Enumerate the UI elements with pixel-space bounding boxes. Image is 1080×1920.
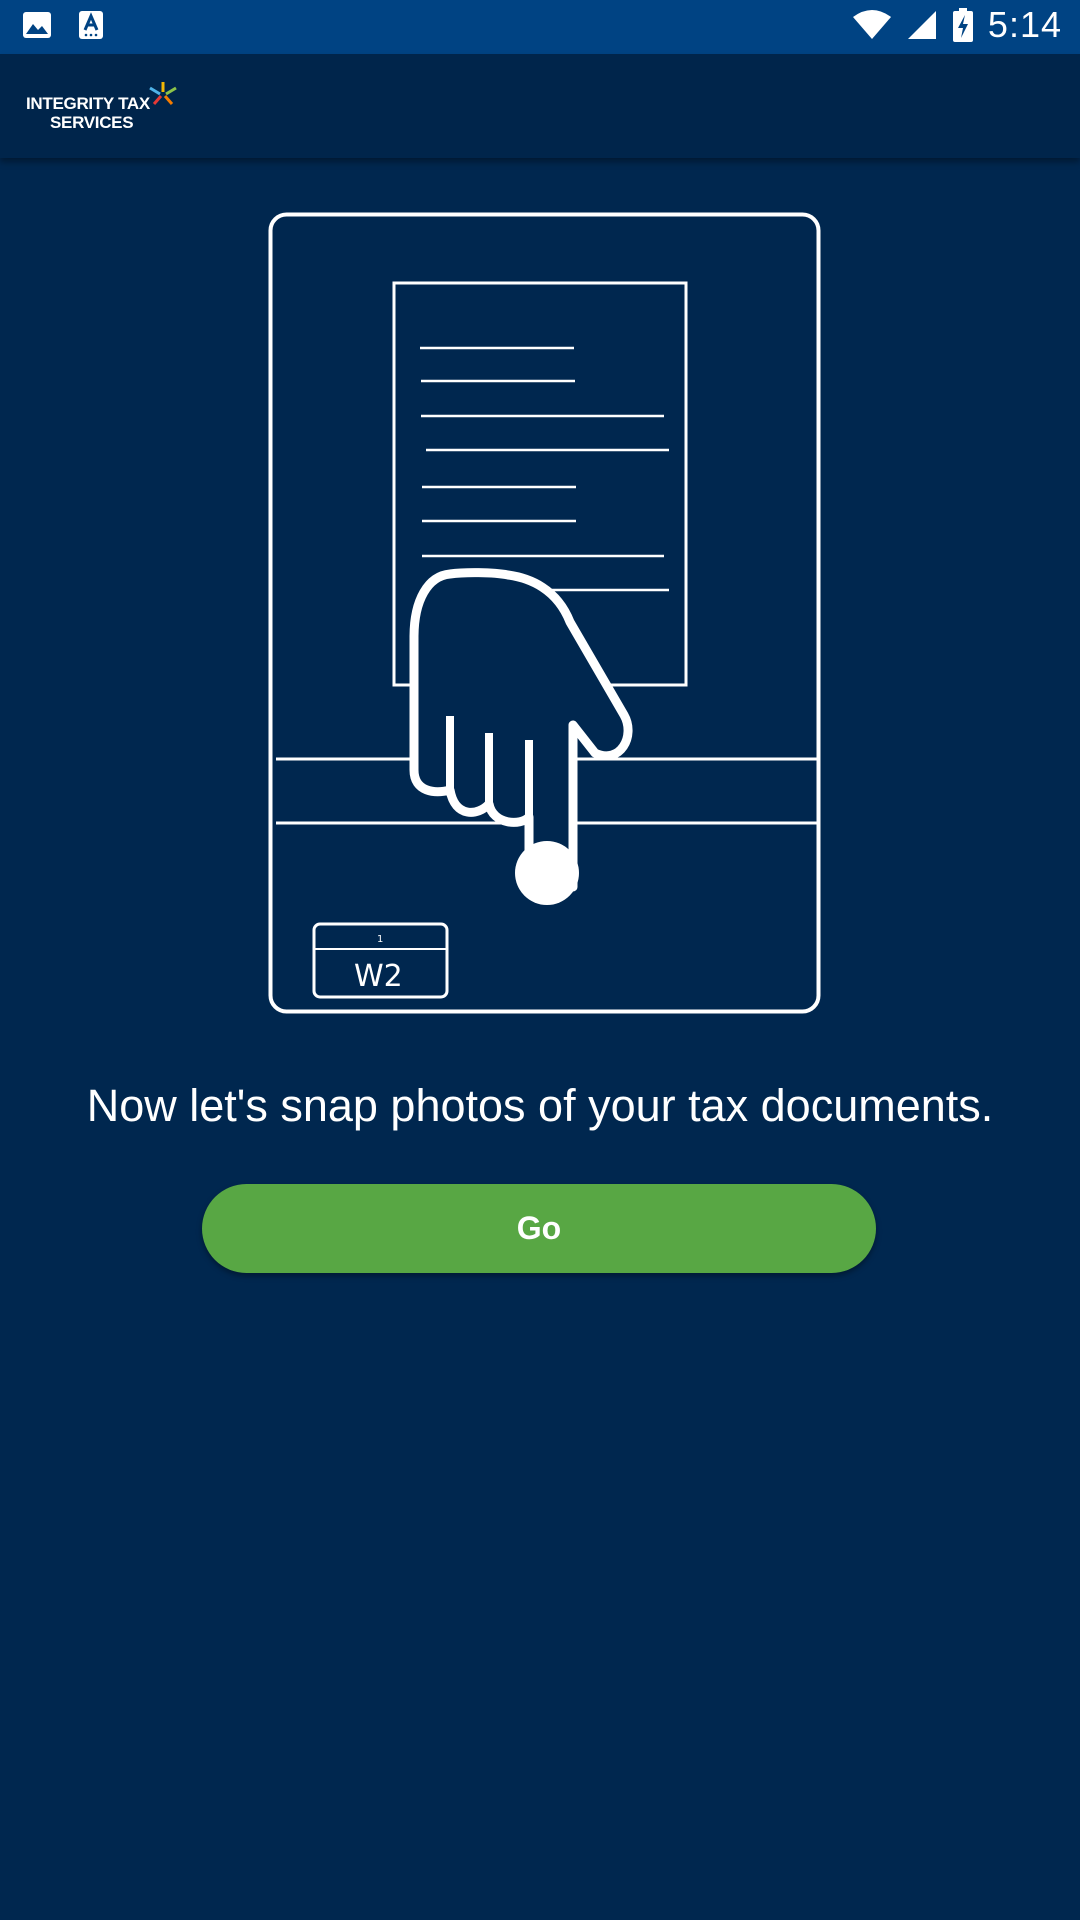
- status-right-icons: 5:14: [852, 4, 1062, 46]
- logo-text-line1: INTEGRITY TAX: [26, 94, 150, 113]
- go-button[interactable]: Go: [202, 1184, 876, 1273]
- logo-star-icon: [149, 82, 177, 105]
- cell-signal-icon: [907, 11, 936, 39]
- logo-text-line2: SERVICES: [50, 113, 134, 132]
- app-bar: INTEGRITY TAX SERVICES: [0, 54, 1080, 158]
- status-time: 5:14: [987, 4, 1062, 45]
- status-left-icons: [22, 10, 104, 40]
- wifi-icon: [852, 10, 891, 39]
- w2-card-label: W2: [354, 959, 403, 994]
- w2-card-number: 1: [377, 934, 383, 945]
- page-headline: Now let's snap photos of your tax docume…: [86, 1080, 994, 1131]
- document-text-lines: [420, 346, 669, 592]
- document-scan-illustration: W2 1 W2: [268, 212, 821, 1014]
- text-recognition-icon: [79, 11, 103, 39]
- pointing-hand-icon: [409, 568, 633, 905]
- integrity-tax-logo[interactable]: INTEGRITY TAX SERVICES: [26, 80, 186, 136]
- image-icon: [23, 12, 51, 38]
- status-bar: 5:14: [0, 0, 1080, 54]
- battery-charging-icon: [952, 8, 973, 42]
